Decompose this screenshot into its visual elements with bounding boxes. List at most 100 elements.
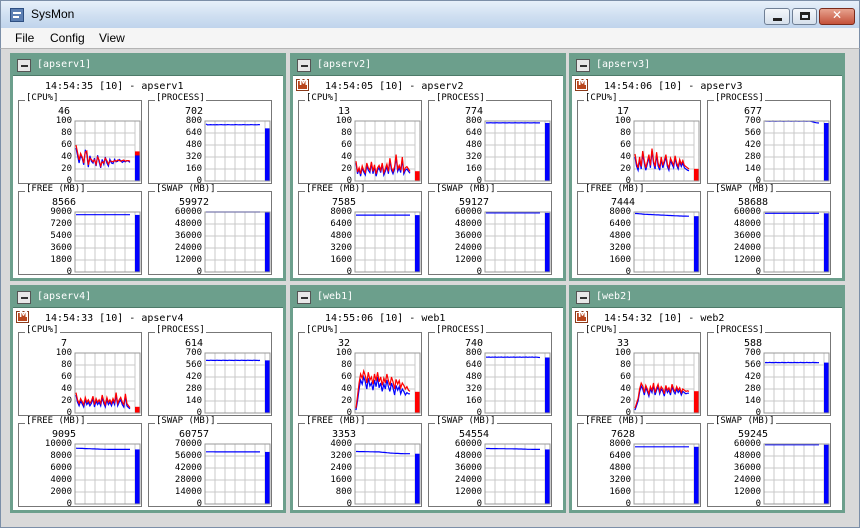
current-value-bar bbox=[824, 213, 829, 272]
y-tick-label: 20 bbox=[61, 164, 72, 174]
process-metric-box: [PROCESS] 740 800 640 480 320 160 0 bbox=[428, 325, 552, 418]
y-tick-label: 40 bbox=[341, 384, 352, 394]
y-tick-label: 3200 bbox=[330, 451, 352, 461]
collapse-button[interactable] bbox=[576, 59, 590, 72]
cpu-metric-box: [CPU%] 17 100 80 60 40 20 0 bbox=[577, 93, 701, 186]
server-panel-2: [apserv2] 14:54:05 [10] - apserv2 [CPU%]… bbox=[290, 53, 566, 281]
panel-header[interactable]: [apserv4] bbox=[13, 288, 283, 308]
current-value-bar bbox=[135, 449, 140, 504]
y-tick-label: 60000 bbox=[454, 207, 482, 217]
y-tick-label: 24000 bbox=[733, 475, 761, 485]
process-metric-box: [PROCESS] 774 800 640 480 320 160 0 bbox=[428, 93, 552, 186]
menu-view[interactable]: View bbox=[99, 31, 125, 45]
y-tick-label: 800 bbox=[335, 487, 352, 497]
monitor-status-icon bbox=[575, 78, 588, 91]
free-metric-box: [FREE (MB)] 7628 8000 6400 4800 3200 1600 0 bbox=[577, 416, 701, 509]
free-metric-title: [FREE (MB)] bbox=[305, 416, 367, 426]
server-panel-3: [apserv3] 14:54:06 [10] - apserv3 [CPU%]… bbox=[569, 53, 845, 281]
collapse-button[interactable] bbox=[17, 59, 31, 72]
series-line-1 bbox=[356, 450, 410, 455]
panel-name: [apserv3] bbox=[596, 59, 651, 70]
y-tick-label: 40 bbox=[620, 384, 631, 394]
collapse-button[interactable] bbox=[576, 291, 590, 304]
grid bbox=[204, 352, 266, 414]
y-tick-label: 8000 bbox=[609, 207, 631, 217]
y-tick-label: 10000 bbox=[44, 439, 72, 449]
sysmon-window: SysMon ✕ File Config View [apserv1] 14:5… bbox=[0, 0, 860, 528]
cpu-metric-title: [CPU%] bbox=[25, 93, 60, 103]
y-tick-label: 320 bbox=[185, 152, 202, 162]
y-tick-label: 0 bbox=[346, 499, 352, 509]
grid bbox=[74, 211, 136, 273]
grid bbox=[633, 211, 695, 273]
grid bbox=[74, 120, 136, 182]
y-tick-label: 1600 bbox=[330, 255, 352, 265]
menu-config[interactable]: Config bbox=[50, 31, 85, 45]
current-value-bar bbox=[824, 122, 829, 181]
y-tick-label: 48000 bbox=[733, 219, 761, 229]
y-tick-label: 0 bbox=[346, 267, 352, 277]
y-tick-label: 0 bbox=[625, 499, 631, 509]
y-tick-label: 0 bbox=[66, 267, 72, 277]
y-tick-label: 100 bbox=[335, 348, 352, 358]
free-metric-title: [FREE (MB)] bbox=[25, 184, 87, 194]
current-value-bar bbox=[694, 393, 699, 413]
grid bbox=[354, 211, 416, 273]
swap-metric-box: [SWAP (MB)] 54554 60000 48000 36000 24000 1200… bbox=[428, 416, 552, 509]
panel-body: [apserv1] 14:54:35 [10] - apserv1 [CPU%]… bbox=[13, 56, 283, 278]
panel-header[interactable]: [web2] bbox=[572, 288, 842, 308]
y-tick-label: 140 bbox=[744, 164, 761, 174]
free-metric-title: [FREE (MB)] bbox=[25, 416, 87, 426]
y-tick-label: 320 bbox=[465, 384, 482, 394]
y-tick-label: 6400 bbox=[330, 219, 352, 229]
menu-file[interactable]: File bbox=[15, 31, 34, 45]
y-tick-label: 56000 bbox=[174, 451, 202, 461]
maximize-button[interactable] bbox=[792, 8, 817, 25]
y-tick-label: 1800 bbox=[50, 255, 72, 265]
server-panel-5: [web1] 14:55:06 [10] - web1 [CPU%] 32 100 8… bbox=[290, 285, 566, 513]
grid bbox=[484, 211, 546, 273]
panel-header[interactable]: [apserv3] bbox=[572, 56, 842, 76]
panel-header[interactable]: [web1] bbox=[293, 288, 563, 308]
cpu-metric-title: [CPU%] bbox=[584, 93, 619, 103]
minimize-button[interactable] bbox=[764, 8, 790, 25]
swap-metric-box: [SWAP (MB)] 58688 60000 48000 36000 24000 1200… bbox=[707, 184, 831, 277]
y-tick-label: 0 bbox=[66, 499, 72, 509]
collapse-button[interactable] bbox=[297, 291, 311, 304]
y-tick-label: 800 bbox=[465, 348, 482, 358]
y-tick-label: 60000 bbox=[174, 207, 202, 217]
y-tick-label: 36000 bbox=[733, 463, 761, 473]
y-tick-label: 5400 bbox=[50, 231, 72, 241]
panel-header[interactable]: [apserv1] bbox=[13, 56, 283, 76]
y-tick-label: 0 bbox=[476, 267, 482, 277]
panel-header[interactable]: [apserv2] bbox=[293, 56, 563, 76]
peak-marker bbox=[694, 168, 699, 173]
grid bbox=[204, 443, 266, 505]
y-tick-label: 40 bbox=[620, 152, 631, 162]
collapse-button[interactable] bbox=[17, 291, 31, 304]
server-panel-6: [web2] 14:54:32 [10] - web2 [CPU%]331008… bbox=[569, 285, 845, 513]
y-tick-label: 42000 bbox=[174, 463, 202, 473]
cpu-metric-title: [CPU%] bbox=[305, 325, 340, 335]
y-tick-label: 420 bbox=[744, 372, 761, 382]
grid bbox=[763, 211, 825, 273]
y-tick-label: 160 bbox=[465, 164, 482, 174]
collapse-button[interactable] bbox=[297, 59, 311, 72]
process-metric-box: [PROCESS] 588 700 560 420 280 140 0 bbox=[707, 325, 831, 418]
panel-body: [web1] 14:55:06 [10] - web1 [CPU%] 32 100 8… bbox=[293, 288, 563, 510]
server-panel-1: [apserv1] 14:54:35 [10] - apserv1 [CPU%]… bbox=[10, 53, 286, 281]
current-value-bar bbox=[135, 153, 140, 181]
title-bar[interactable]: SysMon ✕ bbox=[0, 0, 860, 28]
y-tick-label: 6000 bbox=[50, 463, 72, 473]
cpu-metric-title: [CPU%] bbox=[305, 93, 340, 103]
y-tick-label: 100 bbox=[614, 116, 631, 126]
y-tick-label: 40 bbox=[61, 152, 72, 162]
grid bbox=[74, 443, 136, 505]
swap-metric-title: [SWAP (MB)] bbox=[435, 416, 497, 426]
close-button[interactable]: ✕ bbox=[819, 8, 855, 25]
monitor-status-icon bbox=[16, 310, 29, 323]
current-value-bar bbox=[415, 393, 420, 413]
y-tick-label: 60 bbox=[620, 372, 631, 382]
swap-metric-title: [SWAP (MB)] bbox=[435, 184, 497, 194]
process-metric-title: [PROCESS] bbox=[714, 93, 765, 103]
